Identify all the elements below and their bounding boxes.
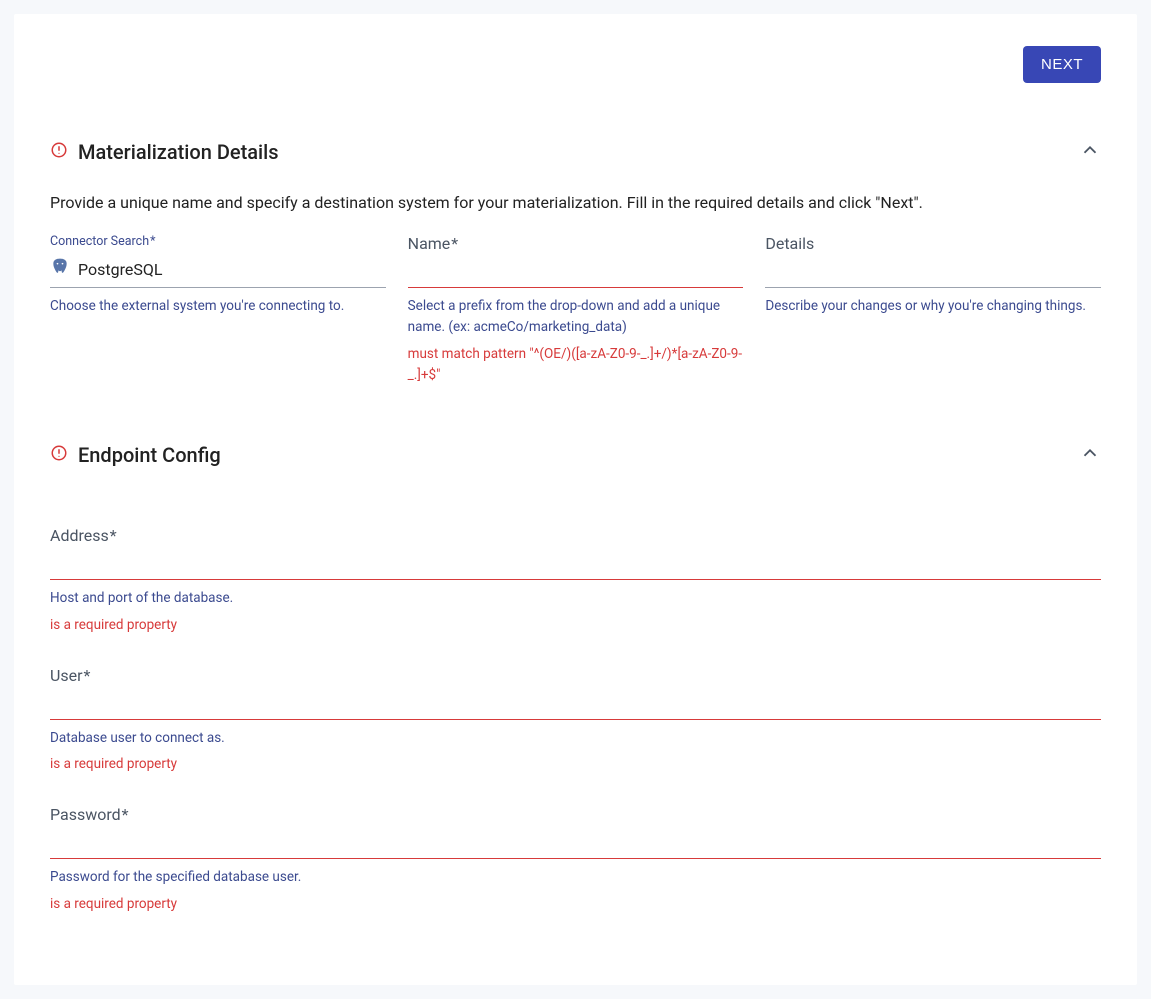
name-input[interactable] (408, 257, 744, 288)
next-button[interactable]: NEXT (1023, 46, 1101, 83)
password-input[interactable] (50, 828, 1101, 859)
name-field-group: Name* Select a prefix from the drop-down… (408, 234, 744, 386)
address-helper: Host and port of the database. (50, 588, 1101, 609)
chevron-up-icon (1079, 442, 1101, 468)
user-helper: Database user to connect as. (50, 728, 1101, 749)
name-error: must match pattern "^(OE/)([a-zA-Z0-9-_.… (408, 344, 744, 386)
user-error: is a required property (50, 754, 1101, 775)
password-label: Password* (50, 805, 1101, 824)
name-label: Name* (408, 234, 744, 253)
endpoint-config-header[interactable]: Endpoint Config (50, 442, 1101, 468)
address-error: is a required property (50, 615, 1101, 636)
connector-helper: Choose the external system you're connec… (50, 296, 386, 317)
address-input[interactable] (50, 549, 1101, 580)
user-field-group: User* Database user to connect as. is a … (50, 666, 1101, 776)
section-title: Materialization Details (78, 140, 279, 164)
details-field-group: Details Describe your changes or why you… (765, 234, 1101, 386)
postgresql-icon (50, 257, 70, 281)
connector-field: Connector Search* PostgreSQL Choose the … (50, 234, 386, 386)
password-helper: Password for the specified database user… (50, 867, 1101, 888)
address-label: Address* (50, 526, 1101, 545)
user-input[interactable] (50, 689, 1101, 720)
user-label: User* (50, 666, 1101, 685)
section-title: Endpoint Config (78, 443, 221, 467)
connector-select[interactable]: PostgreSQL (50, 253, 386, 288)
alert-icon (50, 141, 68, 163)
details-input[interactable] (765, 257, 1101, 288)
materialization-details-header[interactable]: Materialization Details (50, 139, 1101, 165)
details-helper: Describe your changes or why you're chan… (765, 296, 1101, 317)
address-field-group: Address* Host and port of the database. … (50, 526, 1101, 636)
connector-label: Connector Search* (50, 234, 386, 249)
section-description: Provide a unique name and specify a dest… (50, 193, 1101, 212)
password-field-group: Password* Password for the specified dat… (50, 805, 1101, 915)
chevron-up-icon (1079, 139, 1101, 165)
connector-value: PostgreSQL (78, 260, 162, 279)
details-label: Details (765, 234, 1101, 253)
alert-icon (50, 444, 68, 466)
name-helper: Select a prefix from the drop-down and a… (408, 296, 744, 338)
password-error: is a required property (50, 894, 1101, 915)
